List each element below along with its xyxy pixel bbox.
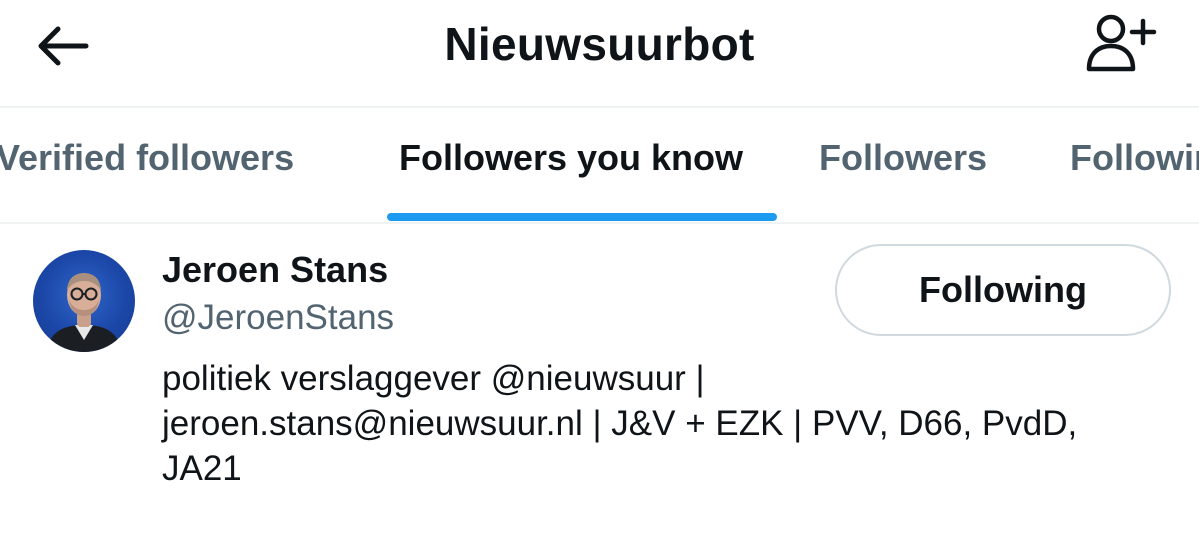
user-bio: politiek verslaggever @nieuwsuur | jeroe… bbox=[162, 356, 1172, 491]
bio-line: JA21 bbox=[162, 449, 242, 488]
bio-line: politiek verslaggever @nieuwsuur | bbox=[162, 359, 705, 398]
avatar[interactable] bbox=[33, 250, 135, 352]
user-display-name[interactable]: Jeroen Stans bbox=[162, 248, 388, 292]
user-handle: @JeroenStans bbox=[162, 298, 395, 337]
profile-photo-icon bbox=[47, 273, 121, 352]
following-button[interactable]: Following bbox=[835, 244, 1171, 336]
user-cell[interactable]: Jeroen Stans @JeroenStans Following poli… bbox=[0, 224, 1199, 544]
bio-line: jeroen.stans@nieuwsuur.nl | J&V + EZK | … bbox=[162, 404, 1078, 443]
top-bar: Nieuwsuurbot bbox=[0, 0, 1199, 108]
page-title: Nieuwsuurbot bbox=[444, 18, 755, 70]
tab-bar: Verified followers Followers you know Fo… bbox=[0, 108, 1199, 224]
tab-verified-followers[interactable]: Verified followers bbox=[0, 136, 294, 180]
tab-followers[interactable]: Followers bbox=[819, 136, 987, 180]
follow-person-button[interactable] bbox=[1081, 10, 1161, 76]
tab-following[interactable]: Following bbox=[1070, 136, 1199, 180]
active-tab-indicator bbox=[387, 213, 777, 221]
followers-screen: Nieuwsuurbot Verified followers Follower… bbox=[0, 0, 1199, 544]
tab-followers-you-know[interactable]: Followers you know bbox=[399, 136, 743, 180]
person-plus-icon bbox=[1086, 14, 1157, 72]
